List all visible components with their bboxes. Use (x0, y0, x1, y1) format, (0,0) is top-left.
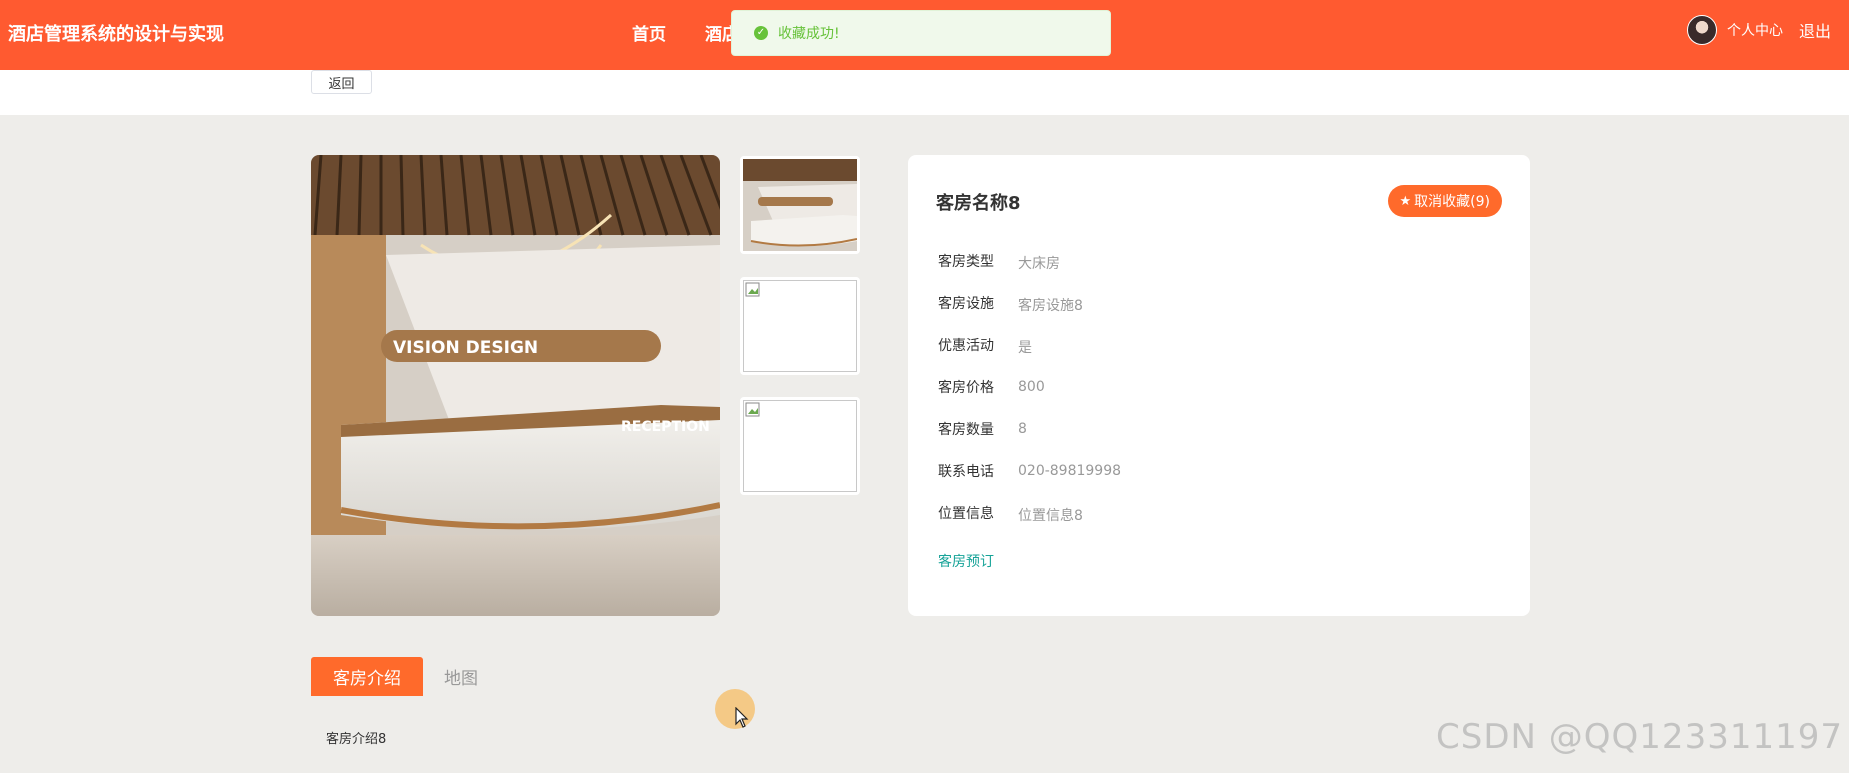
favorite-button-label: 取消收藏(9) (1414, 194, 1490, 210)
brand-text: VISION DESIGN (393, 338, 538, 358)
field-value: 大床房 (1018, 256, 1060, 272)
field-room-type: 客房类型 大床房 (938, 251, 1438, 275)
field-room-facilities: 客房设施 客房设施8 (938, 293, 1438, 317)
field-room-price: 客房价格 800 (938, 377, 1438, 401)
thumbnail-1[interactable] (740, 156, 860, 254)
field-label: 客房类型 (938, 254, 994, 270)
thumbnail-2[interactable] (740, 277, 860, 375)
avatar[interactable] (1686, 15, 1717, 45)
back-button[interactable]: 返回 (311, 70, 372, 94)
reception-text: RECEPTION (621, 419, 710, 435)
field-value: 是 (1018, 340, 1032, 356)
field-value: 8 (1018, 421, 1027, 437)
broken-image-icon (745, 282, 760, 297)
success-toast: ✓ 收藏成功! (731, 10, 1111, 56)
room-name: 客房名称8 (936, 193, 1021, 214)
main-room-image[interactable]: VISION DESIGN RECEPTION (311, 155, 720, 616)
site-title[interactable]: 酒店管理系统的设计与实现 (8, 20, 224, 46)
unfavorite-button[interactable]: ★ 取消收藏(9) (1387, 185, 1502, 217)
field-room-count: 客房数量 8 (938, 419, 1438, 443)
user-center-link[interactable]: 个人中心 (1727, 20, 1783, 40)
sub-bar (0, 70, 1849, 115)
watermark: CSDN @QQ123311197 (1436, 717, 1843, 757)
field-location: 位置信息 位置信息8 (938, 503, 1438, 527)
check-circle-icon: ✓ (754, 26, 768, 40)
thumbnail-photo (743, 159, 858, 251)
broken-image-icon (745, 402, 760, 417)
field-value: 位置信息8 (1018, 508, 1083, 524)
field-value: 客房设施8 (1018, 298, 1083, 314)
field-label: 客房数量 (938, 422, 994, 438)
nav-home[interactable]: 首页 (632, 20, 666, 45)
field-label: 优惠活动 (938, 338, 994, 354)
field-promotion: 优惠活动 是 (938, 335, 1438, 359)
star-icon: ★ (1399, 193, 1412, 209)
field-label: 客房价格 (938, 380, 994, 396)
logout-link[interactable]: 退出 (1799, 18, 1831, 42)
tab-map[interactable]: 地图 (436, 657, 486, 696)
room-info-card: 客房名称8 ★ 取消收藏(9) 客房类型 大床房 客房设施 客房设施8 优惠活动… (908, 155, 1530, 616)
field-label: 客房设施 (938, 296, 994, 312)
book-room-link[interactable]: 客房预订 (938, 551, 994, 571)
mouse-pointer-icon (735, 707, 749, 728)
tab-room-intro[interactable]: 客房介绍 (311, 657, 423, 696)
user-area: 个人中心 退出 (1686, 14, 1831, 46)
field-label: 位置信息 (938, 506, 994, 522)
field-value: 020-89819998 (1018, 463, 1122, 479)
reception-photo: VISION DESIGN RECEPTION (311, 155, 720, 616)
toast-message: 收藏成功! (778, 26, 840, 42)
field-phone: 联系电话 020-89819998 (938, 461, 1438, 485)
field-label: 联系电话 (938, 464, 994, 480)
field-value: 800 (1018, 379, 1045, 395)
thumbnail-3[interactable] (740, 397, 860, 495)
room-intro-text: 客房介绍8 (326, 732, 387, 747)
